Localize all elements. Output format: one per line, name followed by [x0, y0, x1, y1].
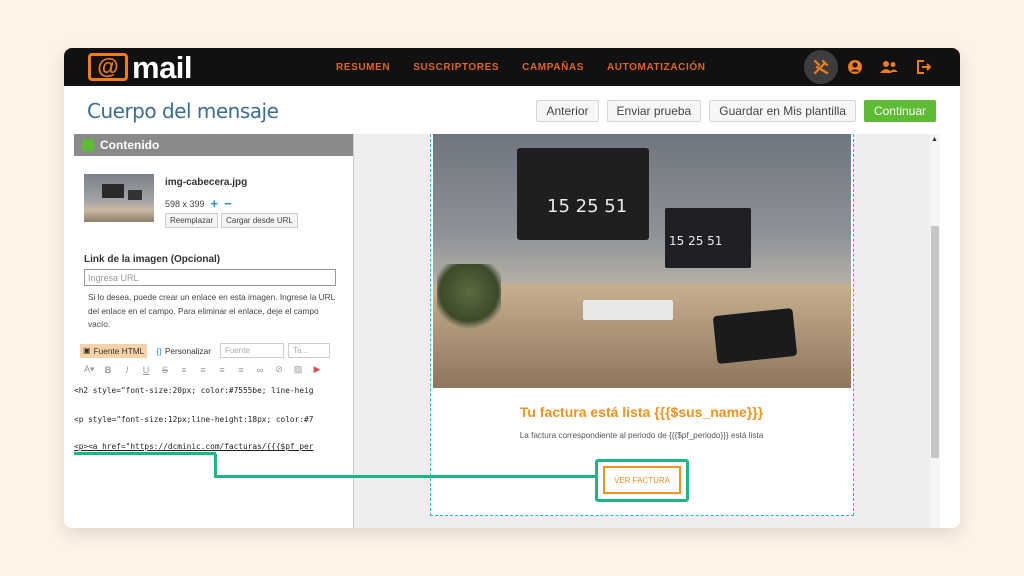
replace-button[interactable]: Reemplazar [165, 213, 219, 228]
thumb-monitor [102, 184, 124, 198]
scroll-up-icon[interactable]: ▲ [931, 136, 938, 143]
panel-title: Contenido [100, 138, 160, 152]
email-subline: La factura correspondiente al periodo de… [519, 431, 764, 440]
panel-header: Contenido [74, 134, 353, 156]
tab-html-label: Fuente HTML [93, 345, 145, 356]
nav-suscriptores[interactable]: SUSCRIPTORES [413, 62, 499, 73]
image-thumbnail [84, 174, 154, 222]
image-size-text: 598 x 399 [165, 198, 205, 209]
font-select-label: Fuente [224, 346, 250, 355]
thumb-laptop [128, 190, 142, 200]
continue-button[interactable]: Continuar [863, 100, 936, 122]
logo-text: mail [132, 49, 193, 85]
align-left-icon[interactable]: ≡ [179, 365, 189, 375]
clock-big: 15 25 51 [547, 196, 628, 217]
nav-resumen[interactable]: RESUMEN [336, 62, 390, 73]
keyboard-graphic [583, 300, 673, 320]
monitor-graphic: 15 25 51 [517, 148, 649, 240]
strikethrough-icon[interactable]: S [160, 365, 170, 375]
video-icon[interactable]: ▶ [312, 364, 322, 375]
link-help-text: Si lo desea, puede crear un enlace en es… [88, 292, 335, 329]
nav-campanas[interactable]: CAMPAÑAS [522, 62, 584, 73]
scroll-thumb[interactable] [931, 226, 939, 458]
code-line-1[interactable]: <h2 style="font-size:20px; color:#7555be… [74, 386, 313, 395]
zoom-in-icon[interactable]: + [211, 196, 219, 211]
image-icon[interactable]: ▨ [293, 364, 303, 375]
unlink-icon[interactable]: ⊘ [274, 364, 284, 375]
align-center-icon[interactable]: ≡ [198, 365, 208, 375]
text-color-icon[interactable]: A▾ [84, 364, 95, 375]
send-test-button[interactable]: Enviar prueba [606, 100, 702, 122]
underline-icon[interactable]: U [141, 365, 151, 375]
code-line-3[interactable]: <p><a href="https://dcminic.com/facturas… [74, 442, 313, 451]
page-title: Cuerpo del mensaje [87, 99, 279, 123]
email-preview: 15 25 51 15 25 51 Tu factura está lista … [430, 134, 854, 516]
align-right-icon[interactable]: ≡ [217, 365, 227, 375]
connector-underline [74, 452, 216, 455]
logo-mark: @ [88, 53, 128, 81]
zoom-out-icon[interactable]: − [224, 196, 232, 211]
image-dimensions: 598 x 399 + − [165, 196, 232, 211]
image-link-input[interactable]: Ingresa URL [84, 269, 336, 286]
braces-icon: {} [156, 345, 162, 356]
italic-icon[interactable]: I [122, 365, 132, 375]
header-actions: Anterior Enviar prueba Guardar en Mis pl… [528, 100, 936, 122]
content-icon [82, 139, 94, 151]
tablet-graphic [712, 307, 798, 365]
load-url-button[interactable]: Cargar desde URL [221, 213, 298, 228]
header-image[interactable]: 15 25 51 15 25 51 [433, 134, 851, 388]
users-icon[interactable] [872, 50, 906, 84]
code-line-2[interactable]: <p style="font-size:12px;line-height:18p… [74, 415, 313, 424]
tools-icon[interactable] [804, 50, 838, 84]
size-select-label: Ta... [292, 346, 309, 355]
size-select[interactable]: Ta... [287, 343, 330, 358]
tab-customize[interactable]: {} Personalizar [153, 344, 214, 358]
connector-horizontal [214, 475, 597, 478]
preview-scrollbar[interactable]: ▲ [930, 134, 940, 528]
logo-symbol: @ [97, 54, 119, 79]
image-buttons: Reemplazar Cargar desde URL [165, 213, 301, 228]
plant-graphic [437, 264, 501, 334]
main-nav: RESUMEN SUSCRIPTORES CAMPAÑAS AUTOMATIZA… [336, 48, 729, 86]
nav-automatizacion[interactable]: AUTOMATIZACIÓN [607, 62, 706, 73]
editor-tabs: ▣ Fuente HTML {} Personalizar Fuente Ta.… [80, 343, 334, 358]
app-window: @ mail RESUMEN SUSCRIPTORES CAMPAÑAS AUT… [64, 48, 960, 528]
link-icon[interactable]: ∞ [255, 365, 265, 375]
logout-icon[interactable] [906, 50, 940, 84]
font-select[interactable]: Fuente [219, 343, 284, 358]
page-header: Cuerpo del mensaje Anterior Enviar prueb… [64, 86, 960, 134]
file-icon: ▣ [83, 346, 91, 355]
previous-button[interactable]: Anterior [536, 100, 599, 122]
bold-icon[interactable]: B [103, 365, 113, 375]
email-headline: Tu factura está lista {{{$sus_name}}} [519, 404, 764, 420]
user-circle-icon[interactable] [838, 50, 872, 84]
clock-small: 15 25 51 [669, 234, 723, 248]
view-invoice-button[interactable]: VER FACTURA [603, 466, 681, 494]
save-template-button[interactable]: Guardar en Mis plantilla [709, 100, 856, 122]
app-logo[interactable]: @ mail [88, 49, 193, 85]
right-margin [940, 134, 960, 528]
top-navbar: @ mail RESUMEN SUSCRIPTORES CAMPAÑAS AUT… [64, 48, 960, 86]
top-icons [804, 50, 940, 84]
tab-customize-label: Personalizar [164, 345, 211, 356]
format-toolbar: A▾ B I U S ≡ ≡ ≡ ≡ ∞ ⊘ ▨ ▶ [84, 364, 331, 375]
laptop-graphic: 15 25 51 [665, 208, 751, 268]
tab-html-source[interactable]: ▣ Fuente HTML [80, 343, 148, 358]
link-label: Link de la imagen (Opcional) [84, 254, 221, 265]
align-justify-icon[interactable]: ≡ [236, 365, 246, 375]
image-filename: img-cabecera.jpg [165, 177, 248, 188]
